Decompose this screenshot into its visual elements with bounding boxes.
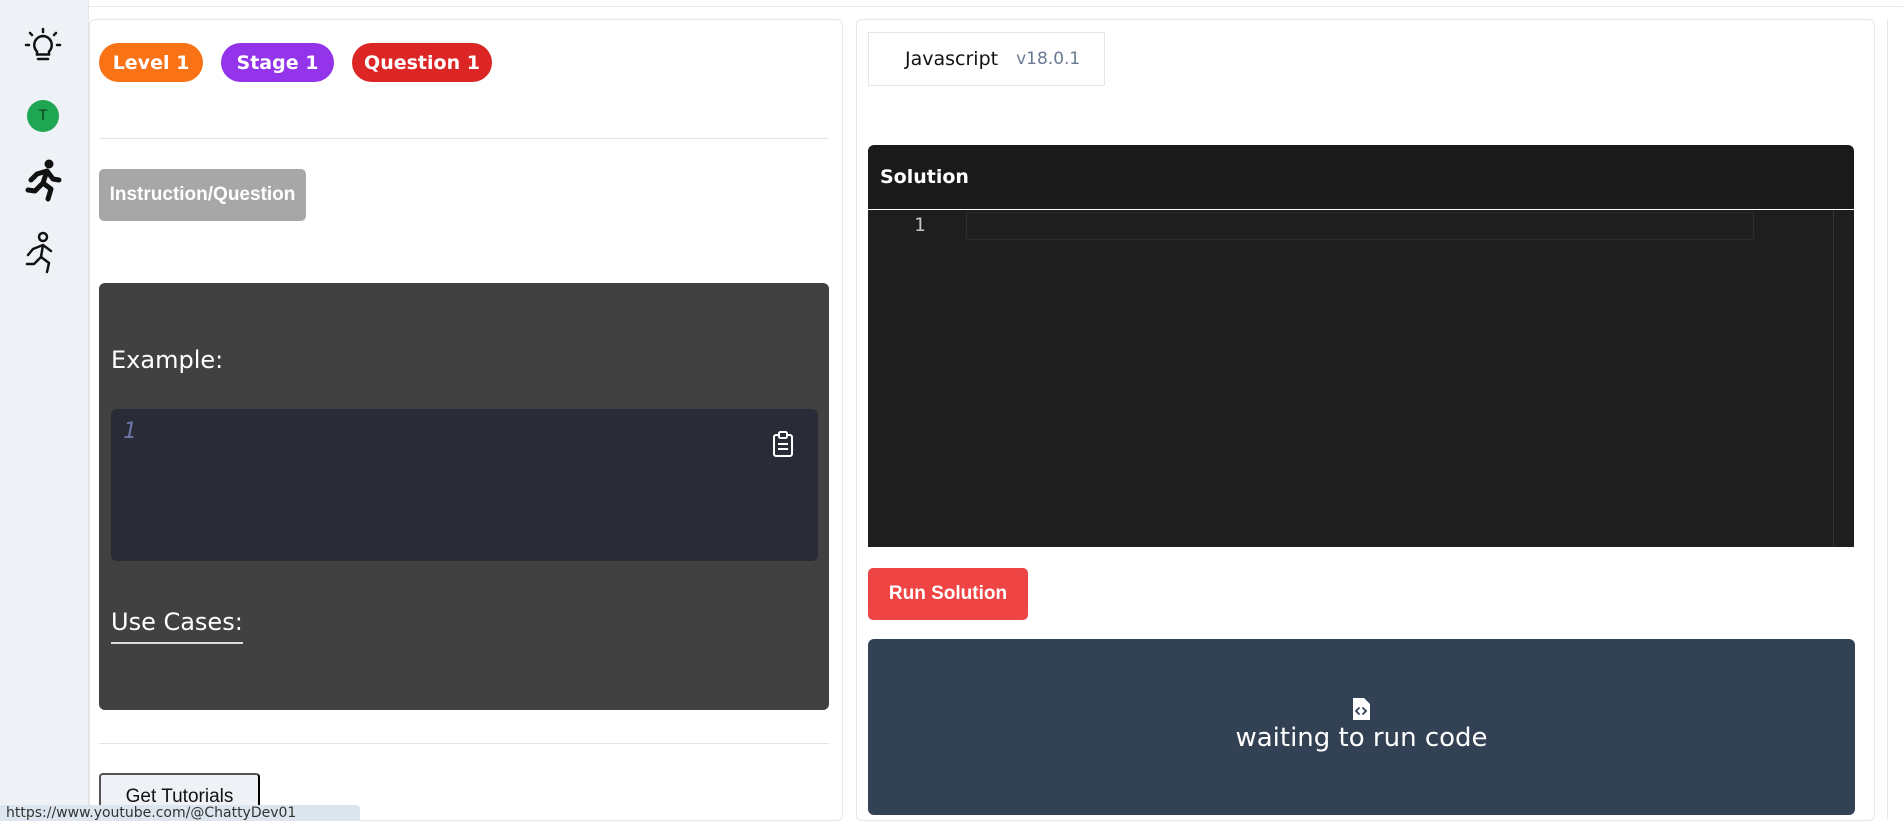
footer-divider [99,743,829,744]
example-line-number: 1 [123,419,137,444]
language-selector[interactable]: Javascript v18.0.1 [868,32,1105,86]
lightbulb-icon[interactable] [20,23,66,69]
editor-current-line[interactable] [966,212,1754,240]
status-bar-url: https://www.youtube.com/@ChattyDev01 [0,805,360,821]
file-code-icon [1351,697,1371,725]
solution-header: Solution [868,145,1854,209]
run-solution-button[interactable]: Run Solution [868,568,1028,620]
header-divider [99,138,829,139]
example-section: Example: 1 Use Cases: [99,283,829,710]
sidebar: T [0,0,89,813]
stage-badge: Stage 1 [221,43,334,82]
avatar-initial: T [38,108,48,124]
avatar[interactable]: T [27,100,59,132]
editor-scrollbar[interactable] [1833,210,1834,547]
example-code-block[interactable]: 1 [111,409,818,561]
instruction-question-button[interactable]: Instruction/Question [99,169,306,221]
solution-title: Solution [880,166,969,188]
code-editor[interactable]: 1 [868,210,1854,547]
use-cases-label: Use Cases: [111,608,243,644]
level-badge: Level 1 [99,43,203,82]
language-name: Javascript [905,48,999,70]
example-label: Example: [111,346,224,374]
clipboard-icon[interactable] [770,429,796,459]
output-message: waiting to run code [1235,723,1488,753]
question-badge: Question 1 [352,43,492,82]
jogging-person-icon[interactable] [20,230,66,276]
language-version: v18.0.1 [1016,49,1081,69]
running-person-icon[interactable] [20,157,66,203]
top-border [88,6,1903,7]
panel-edge [1887,19,1888,819]
editor-line-number: 1 [914,214,926,236]
output-panel: waiting to run code [868,639,1855,815]
